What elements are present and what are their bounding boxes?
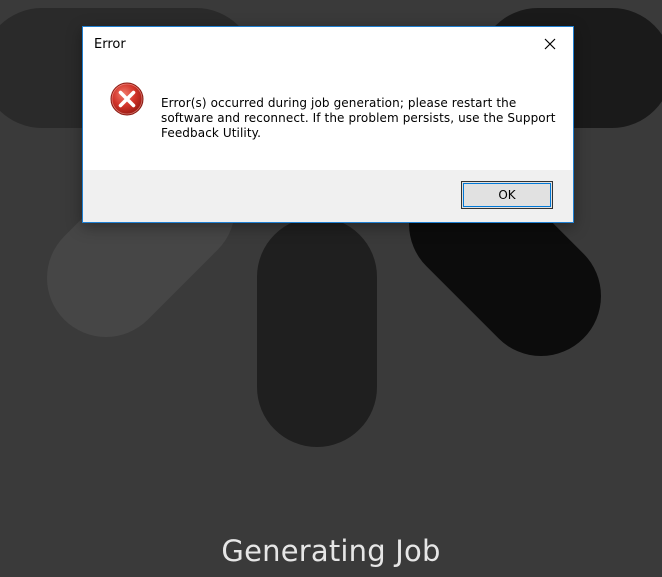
dialog-titlebar[interactable]: Error (83, 27, 573, 65)
error-icon (110, 82, 144, 116)
error-dialog: Error Error(s) occurred during job gener… (82, 26, 574, 223)
error-message: Error(s) occurred during job generation;… (161, 96, 556, 140)
ok-button[interactable]: OK (461, 181, 553, 209)
spinner-blade-right (409, 164, 601, 356)
dialog-footer: OK (83, 170, 573, 222)
close-icon (544, 38, 556, 50)
dialog-content: Error(s) occurred during job generation;… (83, 65, 573, 171)
dialog-title: Error (94, 37, 126, 52)
status-text: Generating Job (221, 534, 441, 568)
close-button[interactable] (527, 27, 573, 61)
